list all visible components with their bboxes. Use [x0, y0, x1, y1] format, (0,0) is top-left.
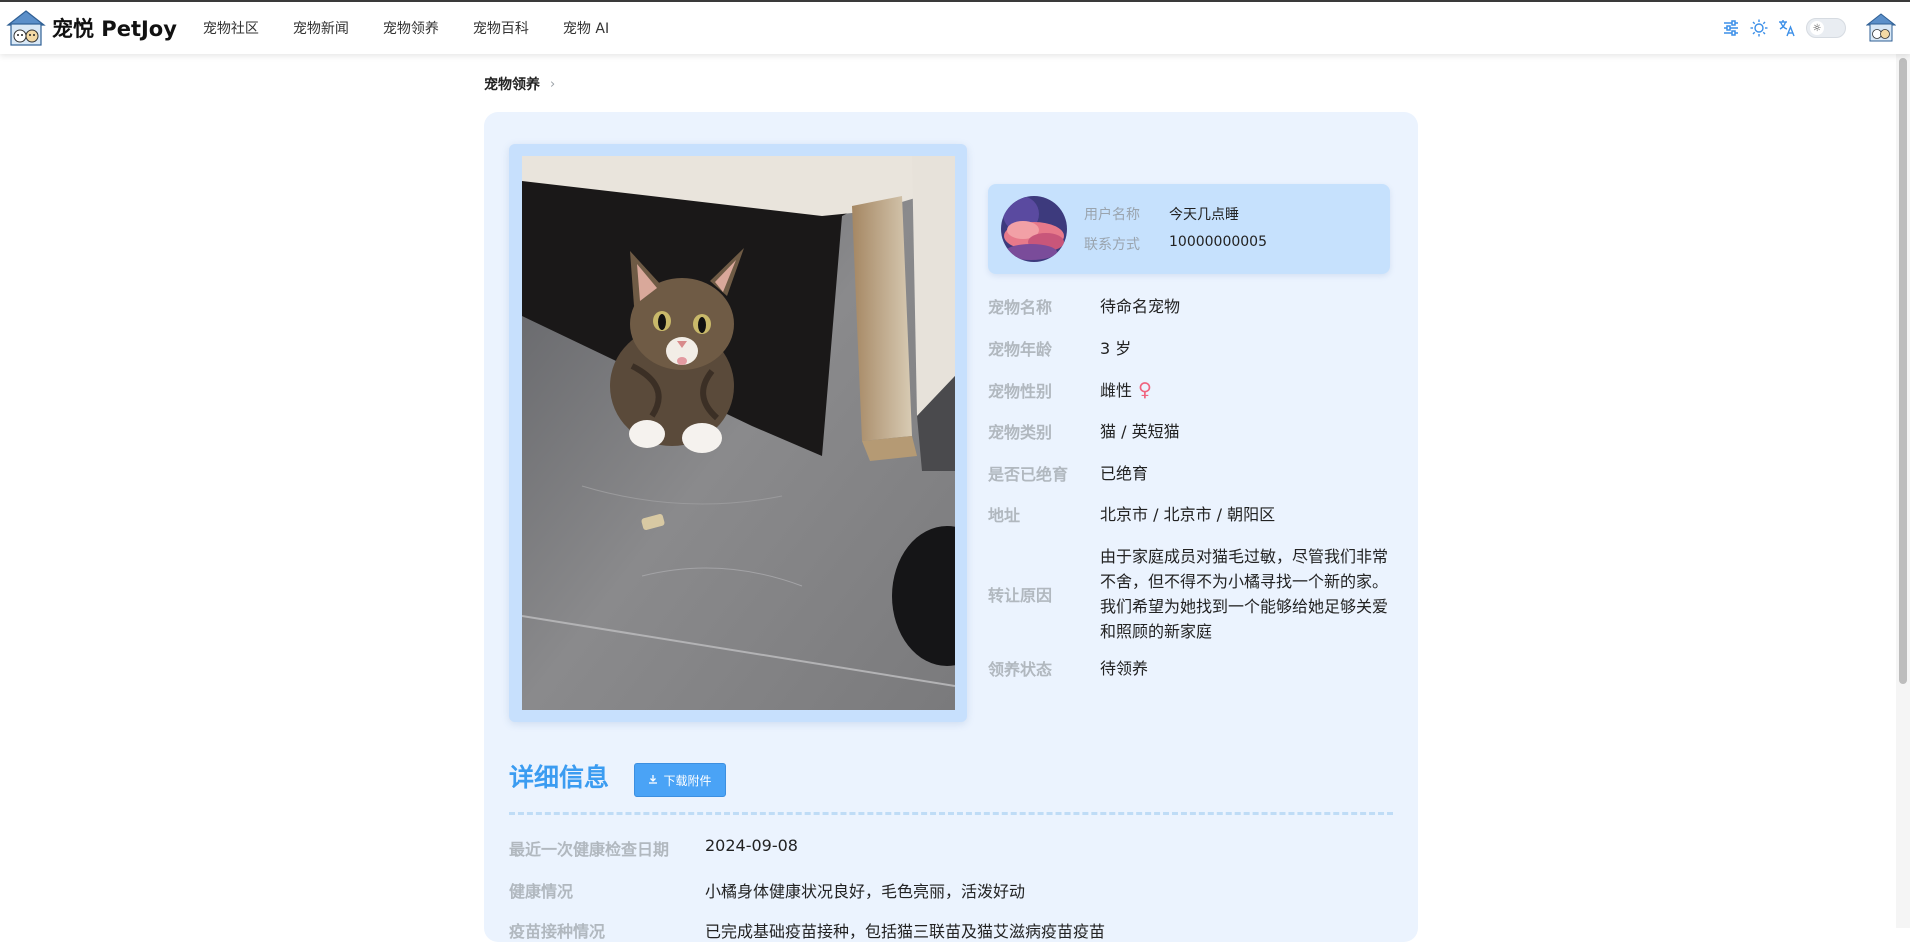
pet-detail-card: 用户名称 今天几点睡 联系方式 10000000005 宠物名称 待命名宠物 宠…: [484, 112, 1418, 942]
owner-name-value: 今天几点睡: [1169, 207, 1239, 223]
pet-age-value: 3 岁: [1100, 339, 1132, 358]
detail-vaccine-label: 疫苗接种情况: [509, 922, 606, 941]
detail-health-value: 小橘身体健康状况良好，毛色亮丽，活泼好动: [705, 882, 1026, 901]
pet-name-label: 宠物名称: [988, 298, 1053, 317]
download-attachment-button[interactable]: 下载附件: [634, 763, 726, 797]
pet-photo[interactable]: [522, 156, 955, 710]
pet-gender-label: 宠物性别: [988, 382, 1053, 401]
pet-reason-value: 由于家庭成员对猫毛过敏，尽管我们非常不舍，但不得不为小橘寻找一个新的家。我们希望…: [1100, 547, 1389, 641]
pet-reason-label: 转让原因: [988, 586, 1053, 605]
details-title: 详细信息: [509, 763, 610, 792]
sun-icon[interactable]: [1750, 19, 1768, 37]
pet-gender-text: 雌性: [1100, 381, 1133, 400]
nav-item-news[interactable]: 宠物新闻: [276, 18, 366, 38]
owner-contact-value: 10000000005: [1169, 234, 1267, 250]
pet-address-label: 地址: [988, 506, 1021, 525]
sliders-icon[interactable]: [1722, 19, 1740, 37]
pet-neutered-label: 是否已绝育: [988, 465, 1069, 484]
pet-neutered-row: 是否已绝育 已绝育: [988, 461, 1398, 486]
translate-icon[interactable]: [1778, 19, 1796, 37]
scrollbar-thumb[interactable]: [1899, 58, 1907, 684]
detail-row: 健康情况 小橘身体健康状况良好，毛色亮丽，活泼好动: [509, 878, 1389, 902]
user-avatar[interactable]: [1865, 13, 1897, 43]
pet-age-row: 宠物年龄 3 岁: [988, 336, 1398, 361]
pet-gender-row: 宠物性别 雌性 ♀: [988, 378, 1398, 403]
owner-name-row: 用户名称 今天几点睡: [1084, 204, 1239, 224]
brand[interactable]: 宠悦 PetJoy: [6, 9, 177, 47]
nav-item-ai[interactable]: 宠物 AI: [546, 18, 626, 38]
pet-age-label: 宠物年龄: [988, 340, 1053, 359]
detail-health-label: 健康情况: [509, 882, 574, 901]
nav-item-encyclopedia[interactable]: 宠物百科: [456, 18, 546, 38]
page-scrollbar[interactable]: [1896, 54, 1910, 928]
detail-checkup-label: 最近一次健康检查日期: [509, 840, 670, 859]
download-button-label: 下载附件: [663, 773, 712, 788]
detail-row: 最近一次健康检查日期 2024-09-08: [509, 836, 1389, 860]
breadcrumb-item-adoption[interactable]: 宠物领养: [484, 74, 540, 94]
main-nav: 宠物社区 宠物新闻 宠物领养 宠物百科 宠物 AI: [201, 18, 626, 38]
pet-address-value: 北京市 / 北京市 / 朝阳区: [1100, 505, 1276, 524]
pet-category-label: 宠物类别: [988, 423, 1053, 442]
owner-name-label: 用户名称: [1084, 207, 1140, 223]
pet-gender-value: 雌性 ♀: [1100, 378, 1152, 403]
pet-neutered-value: 已绝育: [1100, 464, 1149, 483]
pet-status-label: 领养状态: [988, 660, 1053, 679]
brand-name: 宠悦 PetJoy: [52, 17, 177, 41]
owner-contact-row: 联系方式 10000000005: [1084, 234, 1267, 254]
nav-item-community[interactable]: 宠物社区: [201, 18, 276, 38]
pet-category-row: 宠物类别 猫 / 英短猫: [988, 419, 1398, 444]
pet-name-value: 待命名宠物: [1100, 297, 1181, 316]
pet-address-row: 地址 北京市 / 北京市 / 朝阳区: [988, 502, 1398, 527]
pet-name-row: 宠物名称 待命名宠物: [988, 294, 1398, 319]
theme-toggle[interactable]: ☼: [1806, 18, 1846, 38]
download-icon: [648, 773, 658, 787]
owner-avatar[interactable]: [1001, 196, 1067, 262]
section-divider: [509, 812, 1393, 815]
pet-reason-row: 转让原因 由于家庭成员对猫毛过敏，尽管我们非常不舍，但不得不为小橘寻找一个新的家…: [988, 544, 1398, 644]
nav-item-adoption[interactable]: 宠物领养: [366, 18, 456, 38]
pet-status-value: 待领养: [1100, 659, 1149, 678]
detail-checkup-value: 2024-09-08: [705, 836, 798, 855]
pet-photo-frame: [509, 144, 967, 722]
detail-vaccine-value: 已完成基础疫苗接种，包括猫三联苗及猫艾滋病疫苗疫苗: [705, 922, 1106, 941]
toolbar: ☼: [1722, 13, 1904, 43]
female-symbol-icon: ♀: [1138, 379, 1152, 401]
top-navigation-bar: 宠悦 PetJoy 宠物社区 宠物新闻 宠物领养 宠物百科 宠物 AI ☼: [0, 0, 1910, 54]
chevron-right-icon: ›: [550, 76, 556, 92]
pet-category-value: 猫 / 英短猫: [1100, 422, 1180, 441]
petjoy-logo-icon: [6, 9, 46, 47]
owner-contact-label: 联系方式: [1084, 237, 1140, 253]
breadcrumb: 宠物领养 ›: [484, 74, 555, 94]
toggle-sun-icon: ☼: [1810, 21, 1824, 35]
owner-card: 用户名称 今天几点睡 联系方式 10000000005: [988, 184, 1390, 274]
pet-status-row: 领养状态 待领养: [988, 656, 1398, 681]
detail-row: 疫苗接种情况 已完成基础疫苗接种，包括猫三联苗及猫艾滋病疫苗疫苗: [509, 918, 1389, 942]
